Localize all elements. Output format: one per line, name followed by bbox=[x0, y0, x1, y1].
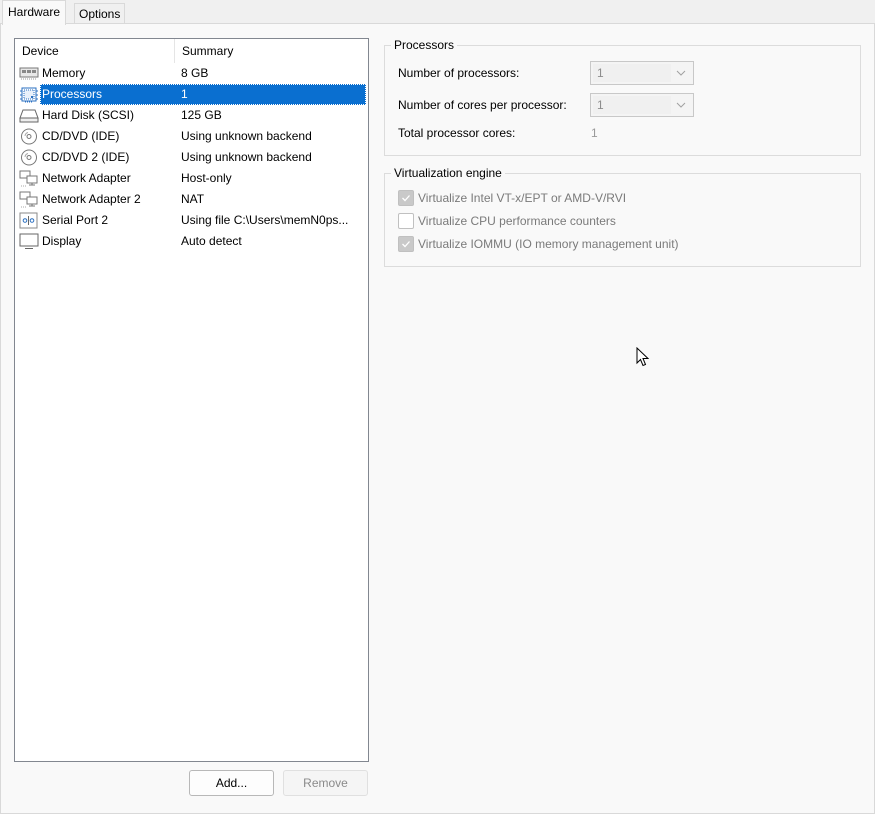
column-header-summary[interactable]: Summary bbox=[175, 39, 233, 63]
num-processors-value: 1 bbox=[597, 66, 604, 80]
network-adapter-icon bbox=[19, 170, 39, 187]
processor-icon bbox=[19, 86, 39, 103]
device-summary: 8 GB bbox=[181, 66, 209, 80]
device-summary: NAT bbox=[181, 192, 205, 206]
chevron-down-icon bbox=[676, 102, 686, 108]
tab-options[interactable]: Options bbox=[74, 3, 126, 23]
total-cores-label: Total processor cores: bbox=[398, 126, 516, 140]
cd-dvd-icon bbox=[19, 128, 39, 145]
device-name: CD/DVD 2 (IDE) bbox=[42, 150, 130, 164]
device-summary: Using unknown backend bbox=[181, 129, 312, 143]
processors-group-title: Processors bbox=[391, 38, 458, 52]
device-name: Memory bbox=[42, 66, 86, 80]
cores-per-processor-value: 1 bbox=[597, 98, 604, 112]
device-name: Hard Disk (SCSI) bbox=[42, 108, 135, 122]
device-list-header: Device Summary bbox=[15, 39, 368, 63]
device-row[interactable]: Network Adapter 2 NAT bbox=[15, 189, 368, 210]
device-summary: Auto detect bbox=[181, 234, 242, 248]
display-icon bbox=[19, 233, 39, 250]
checkbox-label: Virtualize CPU performance counters bbox=[418, 214, 616, 228]
device-row[interactable]: CD/DVD (IDE) Using unknown backend bbox=[15, 126, 368, 147]
device-name: CD/DVD (IDE) bbox=[42, 129, 120, 143]
remove-button[interactable]: Remove bbox=[283, 770, 368, 796]
device-summary: Host-only bbox=[181, 171, 232, 185]
checkbox-label: Virtualize Intel VT-x/EPT or AMD-V/RVI bbox=[418, 191, 627, 205]
device-name: Processors bbox=[42, 87, 103, 101]
virtualization-engine-title: Virtualization engine bbox=[391, 166, 505, 180]
checkbox-checked-icon bbox=[398, 236, 414, 252]
device-name: Serial Port 2 bbox=[42, 213, 109, 227]
column-header-device[interactable]: Device bbox=[15, 39, 175, 63]
device-summary: Using unknown backend bbox=[181, 150, 312, 164]
device-row[interactable]: CD/DVD 2 (IDE) Using unknown backend bbox=[15, 147, 368, 168]
device-summary: Using file C:\Users\memN0ps... bbox=[181, 213, 349, 227]
checkbox-checked-icon bbox=[398, 190, 414, 206]
mouse-cursor-icon bbox=[636, 347, 650, 367]
add-button[interactable]: Add... bbox=[189, 770, 274, 796]
network-adapter-icon bbox=[19, 191, 39, 208]
device-row[interactable]: Display Auto detect bbox=[15, 231, 368, 252]
num-processors-select[interactable]: 1 bbox=[590, 61, 694, 85]
device-row[interactable]: Hard Disk (SCSI) 125 GB bbox=[15, 105, 368, 126]
cores-per-processor-label: Number of cores per processor: bbox=[398, 98, 567, 112]
device-row[interactable]: Serial Port 2 Using file C:\Users\memN0ps… bbox=[15, 210, 368, 231]
tab-hardware[interactable]: Hardware bbox=[2, 0, 67, 25]
device-row[interactable]: Network Adapter Host-only bbox=[15, 168, 368, 189]
cores-per-processor-select[interactable]: 1 bbox=[590, 93, 694, 117]
device-name: Network Adapter 2 bbox=[42, 192, 141, 206]
memory-icon bbox=[19, 65, 39, 82]
serial-port-icon bbox=[19, 212, 39, 229]
device-summary: 1 bbox=[181, 87, 188, 101]
device-summary: 125 GB bbox=[181, 108, 222, 122]
device-name: Display bbox=[42, 234, 82, 248]
cd-dvd-icon bbox=[19, 149, 39, 166]
device-row[interactable]: Processors 1 bbox=[15, 84, 368, 105]
hard-disk-icon bbox=[19, 107, 39, 124]
device-list[interactable]: Device Summary Memory 8 GB Processors 1 Hard… bbox=[14, 38, 369, 762]
checkbox-unchecked-icon bbox=[398, 213, 414, 229]
total-cores-value: 1 bbox=[591, 126, 598, 140]
chevron-down-icon bbox=[676, 70, 686, 76]
num-processors-label: Number of processors: bbox=[398, 66, 520, 80]
device-name: Network Adapter bbox=[42, 171, 131, 185]
checkbox-label: Virtualize IOMMU (IO memory management u… bbox=[418, 237, 679, 251]
device-row[interactable]: Memory 8 GB bbox=[15, 63, 368, 84]
